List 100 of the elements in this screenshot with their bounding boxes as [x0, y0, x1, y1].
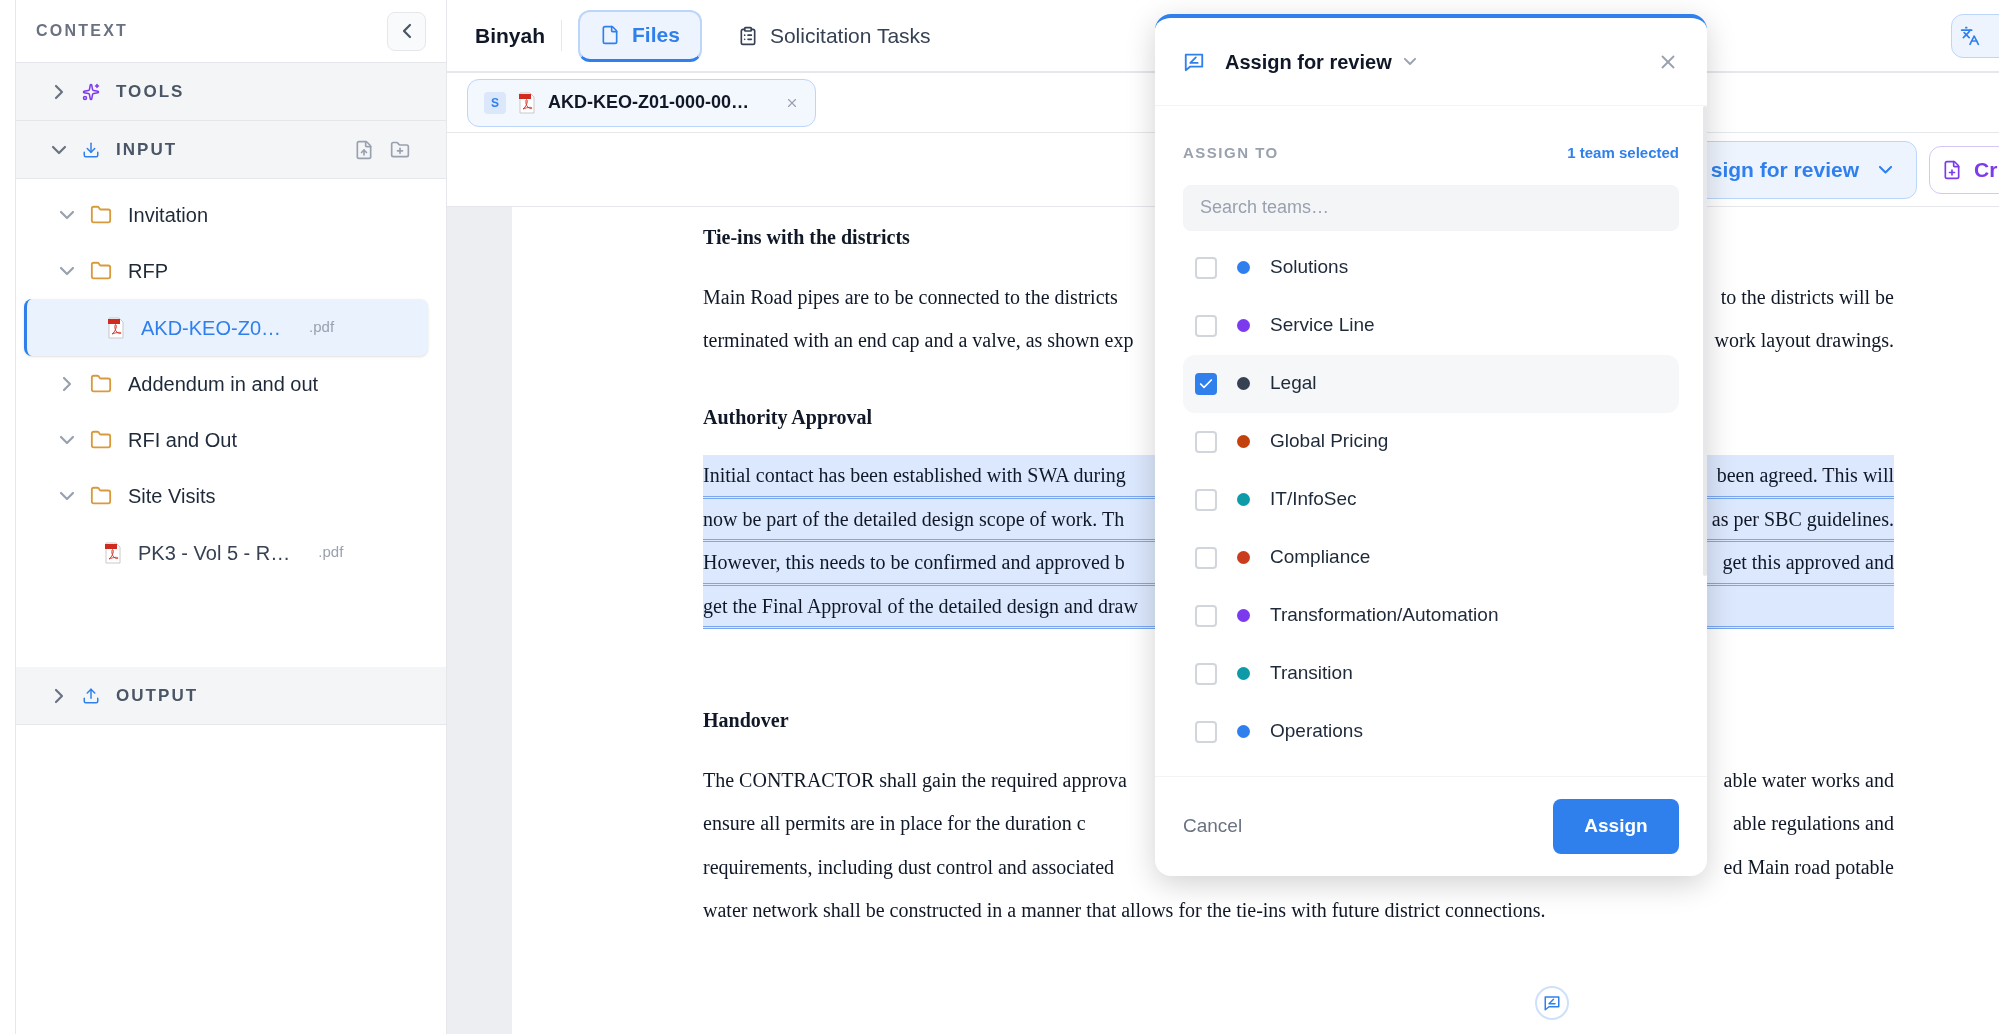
file-extension: .pdf	[318, 542, 344, 563]
checkbox[interactable]	[1195, 604, 1217, 627]
file-plus-icon	[1942, 159, 1962, 180]
file-extension: .pdf	[309, 317, 335, 338]
document-text: now be part of the detailed design scope of work. Th	[703, 506, 1125, 533]
file-icon	[600, 25, 620, 45]
document-text: The CONTRACTOR shall gain the required approva	[703, 767, 1127, 794]
document-text: able water works and	[1723, 767, 1894, 793]
section-header[interactable]: TOOLS	[16, 63, 446, 121]
document-text: terminated with an end cap and a valve, as shown exp	[703, 328, 1134, 354]
team-name: Operations	[1270, 719, 1363, 744]
folder-item[interactable]: Invitation	[16, 187, 446, 243]
section-heading: Handover	[703, 708, 789, 733]
document-text: able regulations and	[1732, 811, 1894, 837]
collapse-button[interactable]	[387, 11, 426, 51]
team-option[interactable]: Service Line	[1183, 296, 1679, 355]
dialog-title: Assign for review	[1225, 49, 1392, 75]
folder-item[interactable]: RFP	[16, 243, 446, 299]
nav-tab[interactable]: Files	[578, 9, 702, 62]
document-text: ensure all permits are in place for the duration c	[703, 811, 1086, 837]
section-header[interactable]: OUTPUT	[16, 667, 446, 725]
icon-button[interactable]	[1951, 13, 1999, 58]
checkbox[interactable]	[1195, 430, 1217, 453]
file-item[interactable]: PK3 - Vol 5 - R… .pdf	[24, 524, 428, 581]
folder-name: Invitation	[128, 203, 209, 228]
team-option[interactable]: Transition	[1183, 644, 1679, 703]
team-name: Compliance	[1270, 545, 1371, 570]
document-text: get this approved and	[1722, 550, 1894, 576]
create-button[interactable]: Cr	[1929, 145, 1999, 194]
folder-name: Site Visits	[128, 484, 216, 509]
folder-item[interactable]: Addendum in and out	[16, 356, 446, 412]
section-title: INPUT	[116, 138, 178, 161]
folder-icon	[90, 429, 112, 451]
upload-icon	[82, 686, 100, 705]
team-option[interactable]: Solutions	[1183, 238, 1679, 297]
document-text: requirements, including dust control and associated	[703, 854, 1114, 881]
pdf-file-icon	[104, 541, 122, 564]
team-name: Legal	[1270, 371, 1317, 396]
sparkles-icon	[82, 82, 100, 101]
search-field[interactable]: Search teams…	[1183, 184, 1679, 231]
team-name: Service Line	[1270, 313, 1375, 338]
checkbox[interactable]	[1195, 662, 1217, 685]
folder-icon	[90, 373, 112, 395]
brand-name: Binyah	[475, 19, 562, 52]
nav-tab[interactable]: Solicitation Tasks	[717, 9, 951, 62]
team-name: Solutions	[1270, 255, 1349, 280]
document-text: water network shall be constructed in a manner that allows for the tie-ins with future district connections.	[703, 898, 1546, 924]
download-icon	[82, 140, 100, 159]
team-option[interactable]: IT/InfoSec	[1183, 470, 1679, 529]
folder-icon	[90, 204, 112, 226]
folder-item[interactable]: RFI and Out	[16, 412, 446, 468]
section-title: TOOLS	[116, 80, 185, 103]
section-heading: Tie-ins with the districts	[703, 225, 910, 250]
document-text: work layout drawings.	[1714, 328, 1894, 354]
file-tab[interactable]: S AKD-KEO-Z01-000-00…	[467, 78, 817, 127]
team-option[interactable]: Global Pricing	[1183, 412, 1679, 471]
review-float-button[interactable]	[1535, 986, 1569, 1020]
folder-name: RFP	[128, 259, 168, 284]
pdf-file-icon	[107, 316, 125, 339]
sidebar-title: CONTEXT	[36, 21, 129, 41]
team-option[interactable]: Compliance	[1183, 528, 1679, 587]
cancel-button[interactable]: Cancel	[1183, 812, 1243, 841]
document-text: However, this needs to be confirmed and approved b	[703, 550, 1125, 576]
folder-item[interactable]: Site Visits	[16, 468, 446, 524]
document-text: Main Road pipes are to be connected to the districts	[703, 284, 1118, 311]
checkbox[interactable]	[1195, 546, 1217, 569]
team-name: Global Pricing	[1270, 429, 1389, 454]
team-option[interactable]: Legal	[1183, 354, 1679, 413]
checkbox[interactable]	[1195, 372, 1217, 395]
folder-icon	[90, 260, 112, 282]
pdf-file-icon	[518, 91, 536, 114]
team-option[interactable]: Operations	[1183, 702, 1679, 761]
checkbox[interactable]	[1195, 488, 1217, 511]
folder-name: RFI and Out	[128, 428, 237, 453]
translate-icon	[1960, 25, 1980, 46]
team-name: Transition	[1270, 661, 1353, 686]
chevron-down-icon[interactable]	[1403, 58, 1416, 65]
file-name: AKD-KEO-Z0…	[141, 315, 282, 341]
file-tab-title: AKD-KEO-Z01-000-00…	[548, 91, 750, 114]
review-icon	[1543, 994, 1561, 1012]
assign-button[interactable]: Assign	[1553, 799, 1679, 854]
section-heading: Authority Approval	[703, 405, 873, 431]
team-name: Transformation/Automation	[1270, 603, 1499, 628]
checkbox[interactable]	[1195, 720, 1217, 743]
team-option[interactable]: Transformation/Automation	[1183, 586, 1679, 645]
section-header[interactable]: INPUT	[16, 121, 446, 179]
upload-file-icon[interactable]	[354, 139, 374, 160]
checkbox[interactable]	[1195, 256, 1217, 279]
document-text: been agreed. This will	[1716, 463, 1894, 489]
checkbox[interactable]	[1195, 314, 1217, 337]
add-folder-icon[interactable]	[390, 139, 410, 160]
section-label: ASSIGN TO	[1183, 143, 1279, 163]
document-text: to the districts will be	[1720, 284, 1894, 310]
team-name: IT/InfoSec	[1270, 487, 1357, 512]
document-text: Initial contact has been established with SWA during	[703, 463, 1126, 489]
document-text: get the Final Approval of the detailed design and draw	[703, 593, 1138, 620]
folder-icon	[90, 485, 112, 507]
chevron-down-icon	[1879, 165, 1892, 174]
document-text: as per SBC guidelines.	[1711, 506, 1894, 533]
file-name: PK3 - Vol 5 - R…	[138, 540, 291, 566]
